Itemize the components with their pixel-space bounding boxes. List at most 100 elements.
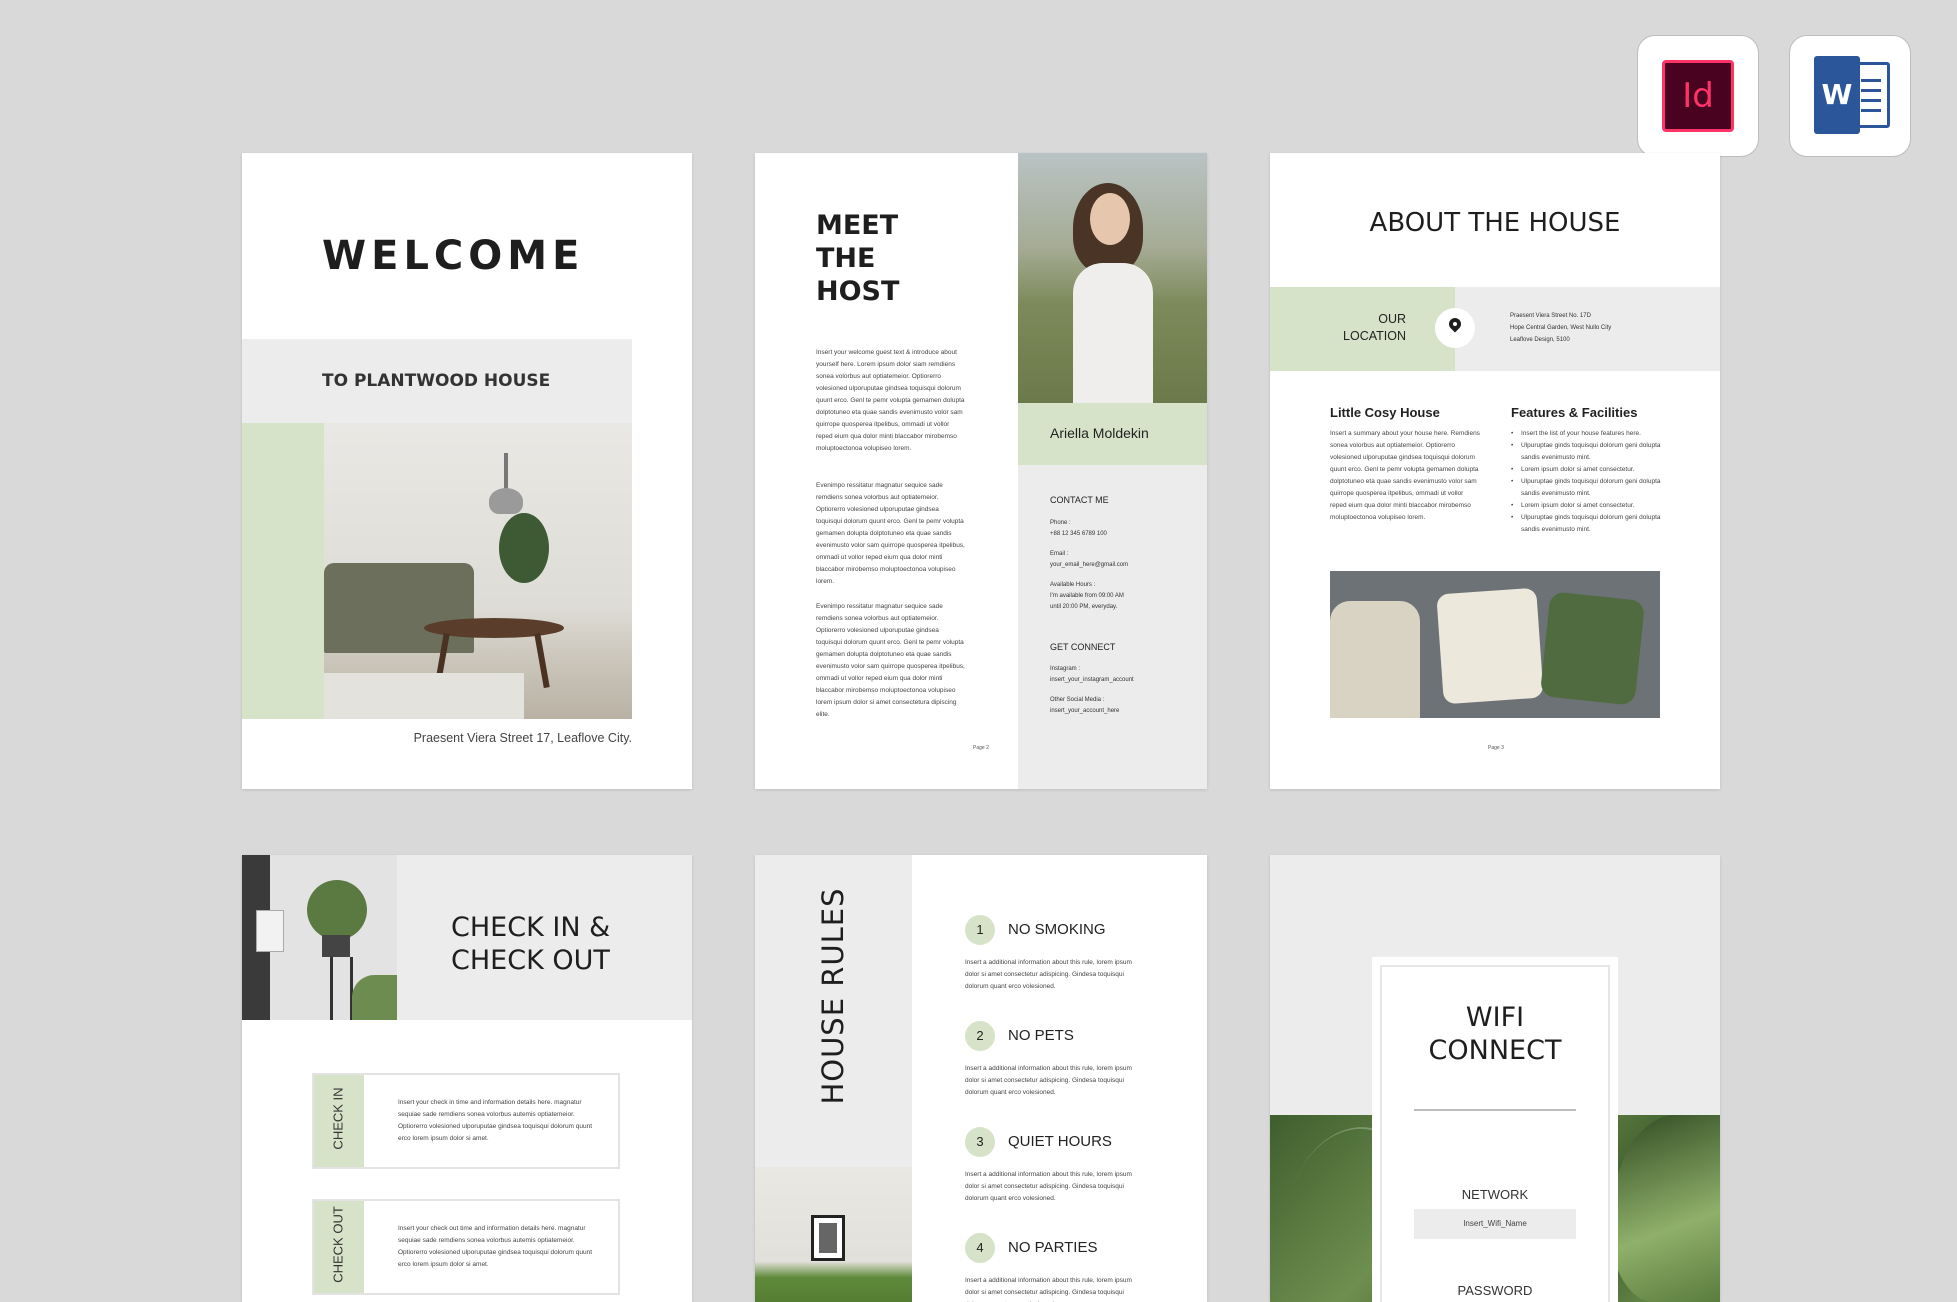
phone-value: +88 12 345 6789 100 <box>1050 531 1107 537</box>
plant-shape <box>499 513 549 583</box>
address-line2: Hope Central Garden, West Nullo City <box>1510 325 1612 331</box>
about-house-page: ABOUT THE HOUSE OUR LOCATION Praesent Vi… <box>1270 153 1720 789</box>
features-list: Insert the list of your house features h… <box>1511 428 1661 536</box>
word-label: W <box>1821 78 1853 111</box>
blanket-shape <box>1330 601 1420 718</box>
network-label: NETWORK <box>1461 1187 1529 1202</box>
password-label: PASSWORD <box>1457 1283 1533 1298</box>
indesign-label: Id <box>1682 76 1714 116</box>
wifi-title-line2: CONNECT <box>1428 1035 1562 1066</box>
meet-host-page: MEET THE HOST Insert your welcome guest … <box>755 153 1207 789</box>
checkin-box: CHECK IN Insert your check in time and i… <box>312 1073 620 1169</box>
host-title-line3: HOST <box>816 276 900 307</box>
host-page-number: Page 2 <box>973 745 989 751</box>
cosy-house-text: Insert a summary about your house here. … <box>1330 430 1480 521</box>
rules-room-photo <box>755 1167 912 1302</box>
rule-number-badge: 1 <box>965 915 995 945</box>
location-label: OUR LOCATION <box>1326 311 1406 345</box>
checkin-label: CHECK IN <box>330 1087 346 1150</box>
rule-title: NO PARTIES <box>1008 1239 1098 1256</box>
rule-title: NO SMOKING <box>1008 921 1106 938</box>
wifi-page: WIFI CONNECT NETWORK Insert_Wifi_Name PA… <box>1270 855 1720 1302</box>
address-line1: Praesent Viera Street No. 17D <box>1510 313 1591 319</box>
wifi-title: WIFI CONNECT <box>1372 1001 1618 1067</box>
location-label-line2: LOCATION <box>1343 329 1406 343</box>
word-app-badge: W <box>1789 35 1911 157</box>
sofa-shape <box>324 563 474 653</box>
rule-text: Insert a additional information about th… <box>965 1065 1132 1096</box>
leaf-shape <box>352 975 397 1020</box>
social-value: insert_your_account_here <box>1050 708 1120 714</box>
plant-photo <box>242 855 397 1020</box>
network-value-field: Insert_Wifi_Name <box>1414 1209 1576 1239</box>
features-title: Features & Facilities <box>1511 405 1638 420</box>
host-paragraph-3: Evenimpo ressitatur magnatur sequice sad… <box>816 603 965 718</box>
wifi-title-line1: WIFI <box>1465 1002 1525 1033</box>
word-icon: W <box>1814 56 1860 134</box>
host-paragraph-1: Insert your welcome guest text & introdu… <box>816 349 965 452</box>
location-label-line1: OUR <box>1378 312 1406 326</box>
rule-text: Insert a additional information about th… <box>965 959 1132 990</box>
indesign-icon: Id <box>1662 60 1734 132</box>
host-portrait-photo <box>1018 153 1207 403</box>
cushions-photo <box>1330 571 1660 718</box>
rug-shape <box>324 673 524 719</box>
green-cushion-shape <box>1539 591 1646 706</box>
checkin-title-line1: CHECK IN & <box>451 912 611 943</box>
rules-title: HOUSE RULES <box>816 887 850 1105</box>
welcome-address: Praesent Viera Street 17, Leaflove City. <box>413 731 632 745</box>
host-paragraph-2: Evenimpo ressitatur magnatur sequice sad… <box>816 482 965 585</box>
feature-item: Lorem ipsum dolor si amet consectetur. <box>1511 500 1661 512</box>
welcome-page: WELCOME TO PLANTWOOD HOUSE Praesent Vier… <box>242 153 692 789</box>
rule-text: Insert a additional information about th… <box>965 1171 1132 1202</box>
rule-title: NO PETS <box>1008 1027 1074 1044</box>
picture-frame-shape <box>811 1215 845 1261</box>
rule-text: Insert a additional information about th… <box>965 1277 1132 1302</box>
hours-line1: I'm available from 09:00 AM <box>1050 593 1124 599</box>
living-room-photo <box>324 423 632 719</box>
wifi-divider <box>1414 1109 1576 1111</box>
instagram-value: insert_your_instagram_account <box>1050 677 1134 683</box>
face-shape <box>1090 193 1130 245</box>
about-page-number: Page 3 <box>1488 745 1504 751</box>
checkin-page: CHECK IN & CHECK OUT CHECK IN Insert you… <box>242 855 692 1302</box>
checkout-label: CHECK OUT <box>330 1206 346 1283</box>
social-label: Other Social Media : <box>1050 697 1105 703</box>
host-title: MEET THE HOST <box>816 209 899 308</box>
rule-number-badge: 2 <box>965 1021 995 1051</box>
host-title-line1: MEET <box>816 210 899 241</box>
house-rules-page: HOUSE RULES 1 NO SMOKING Insert a additi… <box>755 855 1207 1302</box>
connect-heading: GET CONNECT <box>1050 642 1116 652</box>
pendant-lamp-shape <box>489 488 523 514</box>
feature-item: Insert the list of your house features h… <box>1511 428 1661 440</box>
feature-item: Ulpuruptae ginds toquisqui dolorum geni … <box>1511 476 1661 500</box>
rule-number-badge: 4 <box>965 1233 995 1263</box>
contact-heading: CONTACT ME <box>1050 495 1109 505</box>
checkin-title: CHECK IN & CHECK OUT <box>451 911 610 977</box>
rule-title: QUIET HOURS <box>1008 1133 1112 1150</box>
checkout-text: Insert your check out time and informati… <box>398 1225 593 1268</box>
welcome-subtitle: TO PLANTWOOD HOUSE <box>322 371 551 391</box>
instagram-label: Instagram : <box>1050 666 1081 672</box>
feature-item: Ulpuruptae ginds toquisqui dolorum geni … <box>1511 512 1661 536</box>
rule-number-badge: 3 <box>965 1127 995 1157</box>
plant-leaves-shape <box>307 880 367 940</box>
hours-line2: until 20:00 PM, everyday. <box>1050 604 1118 610</box>
shirt-shape <box>1073 263 1153 403</box>
checkin-title-line2: CHECK OUT <box>451 945 610 976</box>
welcome-title: WELCOME <box>322 233 585 279</box>
email-label: Email : <box>1050 551 1069 557</box>
green-side-band <box>242 423 324 719</box>
host-name: Ariella Moldekin <box>1050 425 1149 441</box>
feature-item: Lorem ipsum dolor si amet consectetur. <box>1511 464 1661 476</box>
email-value: your_email_here@gmail.com <box>1050 562 1129 568</box>
plant-pot-shape <box>322 935 350 957</box>
map-pin-icon <box>1435 308 1475 348</box>
host-contact-panel <box>1018 465 1207 789</box>
checkout-box: CHECK OUT Insert your check out time and… <box>312 1199 620 1295</box>
checkin-text: Insert your check in time and informatio… <box>398 1099 593 1142</box>
phone-label: Phone : <box>1050 520 1071 526</box>
feature-item: Ulpuruptae ginds toquisqui dolorum geni … <box>1511 440 1661 464</box>
cactus-cushion-shape <box>1436 587 1544 705</box>
cosy-house-title: Little Cosy House <box>1330 405 1440 420</box>
